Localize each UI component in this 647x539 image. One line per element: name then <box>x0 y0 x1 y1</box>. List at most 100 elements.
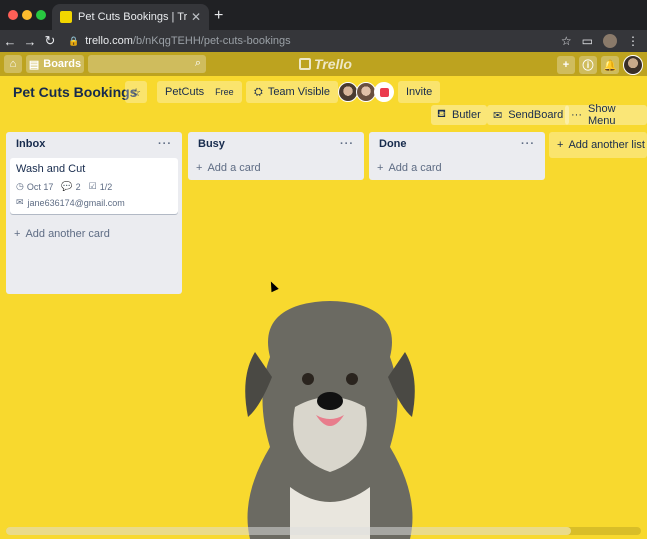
add-card-button[interactable]: + Add a card <box>188 156 364 180</box>
create-button[interactable]: + <box>557 56 575 74</box>
plus-icon: + <box>14 228 21 240</box>
list-busy: Busy ··· + Add a card <box>188 132 364 180</box>
member-avatar[interactable] <box>374 82 394 102</box>
search-input[interactable]: ⌕ <box>88 55 206 73</box>
profile-avatar[interactable] <box>603 34 617 48</box>
trello-board: ⌂ ▤ Boards ⌕ Trello + ⓘ 🔔 Pet Cuts Booki… <box>0 52 647 539</box>
list-done: Done ··· + Add a card <box>369 132 545 180</box>
new-tab-button[interactable]: + <box>214 7 223 25</box>
checklist-badge: ☑ 1/2 <box>89 181 113 192</box>
trello-logo-icon <box>299 58 311 70</box>
url-path: /b/nKqgTEHH/pet-cuts-bookings <box>132 35 291 47</box>
comments-badge: 💬 2 <box>61 181 80 192</box>
mouse-cursor-icon <box>267 279 279 293</box>
card-wash-and-cut[interactable]: Wash and Cut ◷ Oct 17 💬 2 ☑ 1/2 ✉ jane63… <box>10 158 178 214</box>
list-title[interactable]: Done <box>379 138 521 150</box>
boards-icon: ▤ <box>28 58 40 71</box>
list-title[interactable]: Inbox <box>16 138 158 150</box>
visibility-button[interactable]: ⛭ Team Visible <box>246 81 338 103</box>
trello-logo[interactable]: Trello <box>299 56 352 72</box>
horizontal-scrollbar[interactable] <box>6 527 641 535</box>
maximize-window-button[interactable] <box>36 10 46 20</box>
add-list-label: Add another list <box>568 139 645 151</box>
url-host: trello.com <box>85 35 133 47</box>
card-title: Wash and Cut <box>16 163 86 175</box>
board-title[interactable]: Pet Cuts Bookings <box>13 84 137 100</box>
list-header[interactable]: Inbox ··· <box>6 132 182 156</box>
member-avatar[interactable] <box>356 82 376 102</box>
due-date-badge[interactable]: ◷ Oct 17 <box>16 181 53 192</box>
plan-badge: Free <box>215 87 234 97</box>
minimize-window-button[interactable] <box>22 10 32 20</box>
butler-button[interactable]: ⛾ Butler <box>431 105 487 125</box>
tab-title: Pet Cuts Bookings | Trello <box>78 11 187 23</box>
back-arrow-icon[interactable]: ← <box>0 34 20 49</box>
plus-icon: + <box>557 139 564 151</box>
comment-icon: 💬 <box>61 181 73 191</box>
lock-icon: 🔒 <box>68 35 80 46</box>
visibility-label: Team Visible <box>267 86 330 98</box>
show-menu-button[interactable]: ··· Show Menu <box>565 103 647 127</box>
plus-icon: + <box>377 162 384 174</box>
list-inbox: Inbox ··· Wash and Cut ◷ Oct 17 💬 2 ☑ 1/… <box>6 132 182 294</box>
address-bar[interactable]: 🔒 trello.com/b/nKqgTEHH/pet-cuts-booking… <box>68 35 538 47</box>
tab-close-icon[interactable]: ✕ <box>191 10 201 24</box>
add-card-button[interactable]: + Add another card <box>6 222 182 246</box>
add-list-button[interactable]: + Add another list <box>549 132 647 158</box>
comments-count: 2 <box>75 181 81 192</box>
trello-favicon-icon <box>60 11 72 23</box>
due-date-text: Oct 17 <box>26 181 54 192</box>
team-button[interactable]: PetCuts Free <box>157 81 242 103</box>
list-header[interactable]: Done ··· <box>369 132 545 156</box>
clock-icon: ◷ <box>16 181 24 191</box>
boards-label: Boards <box>43 58 82 70</box>
user-avatar[interactable] <box>623 55 643 75</box>
list-menu-icon[interactable]: ··· <box>158 138 172 150</box>
search-icon[interactable]: ⌕ <box>195 57 201 70</box>
add-card-label: Add a card <box>388 162 442 174</box>
show-menu-label: Show Menu <box>588 103 616 127</box>
trello-logo-text: Trello <box>314 56 352 72</box>
scrollbar-thumb[interactable] <box>6 527 571 535</box>
sendboard-button[interactable]: ✉ SendBoard <box>487 105 570 125</box>
trello-header: ⌂ ▤ Boards ⌕ Trello + ⓘ 🔔 <box>0 52 647 76</box>
close-window-button[interactable] <box>8 10 18 20</box>
plus-icon: + <box>562 59 570 71</box>
invite-button[interactable]: Invite <box>398 81 441 103</box>
more-menu-icon[interactable]: ⋮ <box>627 34 639 48</box>
bookmark-star-icon[interactable]: ☆ <box>561 34 572 48</box>
browser-tab[interactable]: Pet Cuts Bookings | Trello ✕ <box>52 4 209 30</box>
board-header: Pet Cuts Bookings ☆ PetCuts Free ⛭ Team … <box>0 79 647 105</box>
checklist-count: 1/2 <box>99 181 113 192</box>
list-header[interactable]: Busy ··· <box>188 132 364 156</box>
info-icon: ⓘ <box>582 60 594 72</box>
home-button[interactable]: ⌂ <box>4 55 22 73</box>
list-title[interactable]: Busy <box>198 138 340 150</box>
add-card-button[interactable]: + Add a card <box>369 156 545 180</box>
reload-icon[interactable]: ↻ <box>40 33 60 49</box>
list-menu-icon[interactable]: ··· <box>521 138 535 150</box>
bell-icon: 🔔 <box>603 59 617 72</box>
notifications-button[interactable]: 🔔 <box>601 56 619 74</box>
cast-icon[interactable]: ▭ <box>582 34 593 48</box>
add-card-label: Add a card <box>207 162 261 174</box>
info-button[interactable]: ⓘ <box>579 56 597 74</box>
board-members <box>338 82 394 102</box>
butler-icon: ⛾ <box>437 108 446 120</box>
forward-arrow-icon[interactable]: → <box>20 34 40 49</box>
butler-label: Butler <box>452 109 481 121</box>
list-menu-icon[interactable]: ··· <box>340 138 354 150</box>
sendboard-label: SendBoard <box>508 109 564 121</box>
checklist-icon: ☑ <box>88 181 97 191</box>
team-icon: ⛭ <box>254 85 263 98</box>
more-dots-icon: ··· <box>571 109 582 121</box>
invite-label: Invite <box>406 86 433 98</box>
member-logo-icon <box>379 87 389 97</box>
star-board-button[interactable]: ☆ <box>125 81 147 103</box>
boards-button[interactable]: ▤ Boards <box>26 55 84 73</box>
card-badges: ◷ Oct 17 💬 2 ☑ 1/2 <box>16 181 172 192</box>
sendboard-icon: ✉ <box>493 109 503 122</box>
browser-toolbar: ← → ↻ 🔒 trello.com/b/nKqgTEHH/pet-cuts-b… <box>0 30 647 52</box>
plus-icon: + <box>196 162 203 174</box>
member-avatar[interactable] <box>338 82 358 102</box>
